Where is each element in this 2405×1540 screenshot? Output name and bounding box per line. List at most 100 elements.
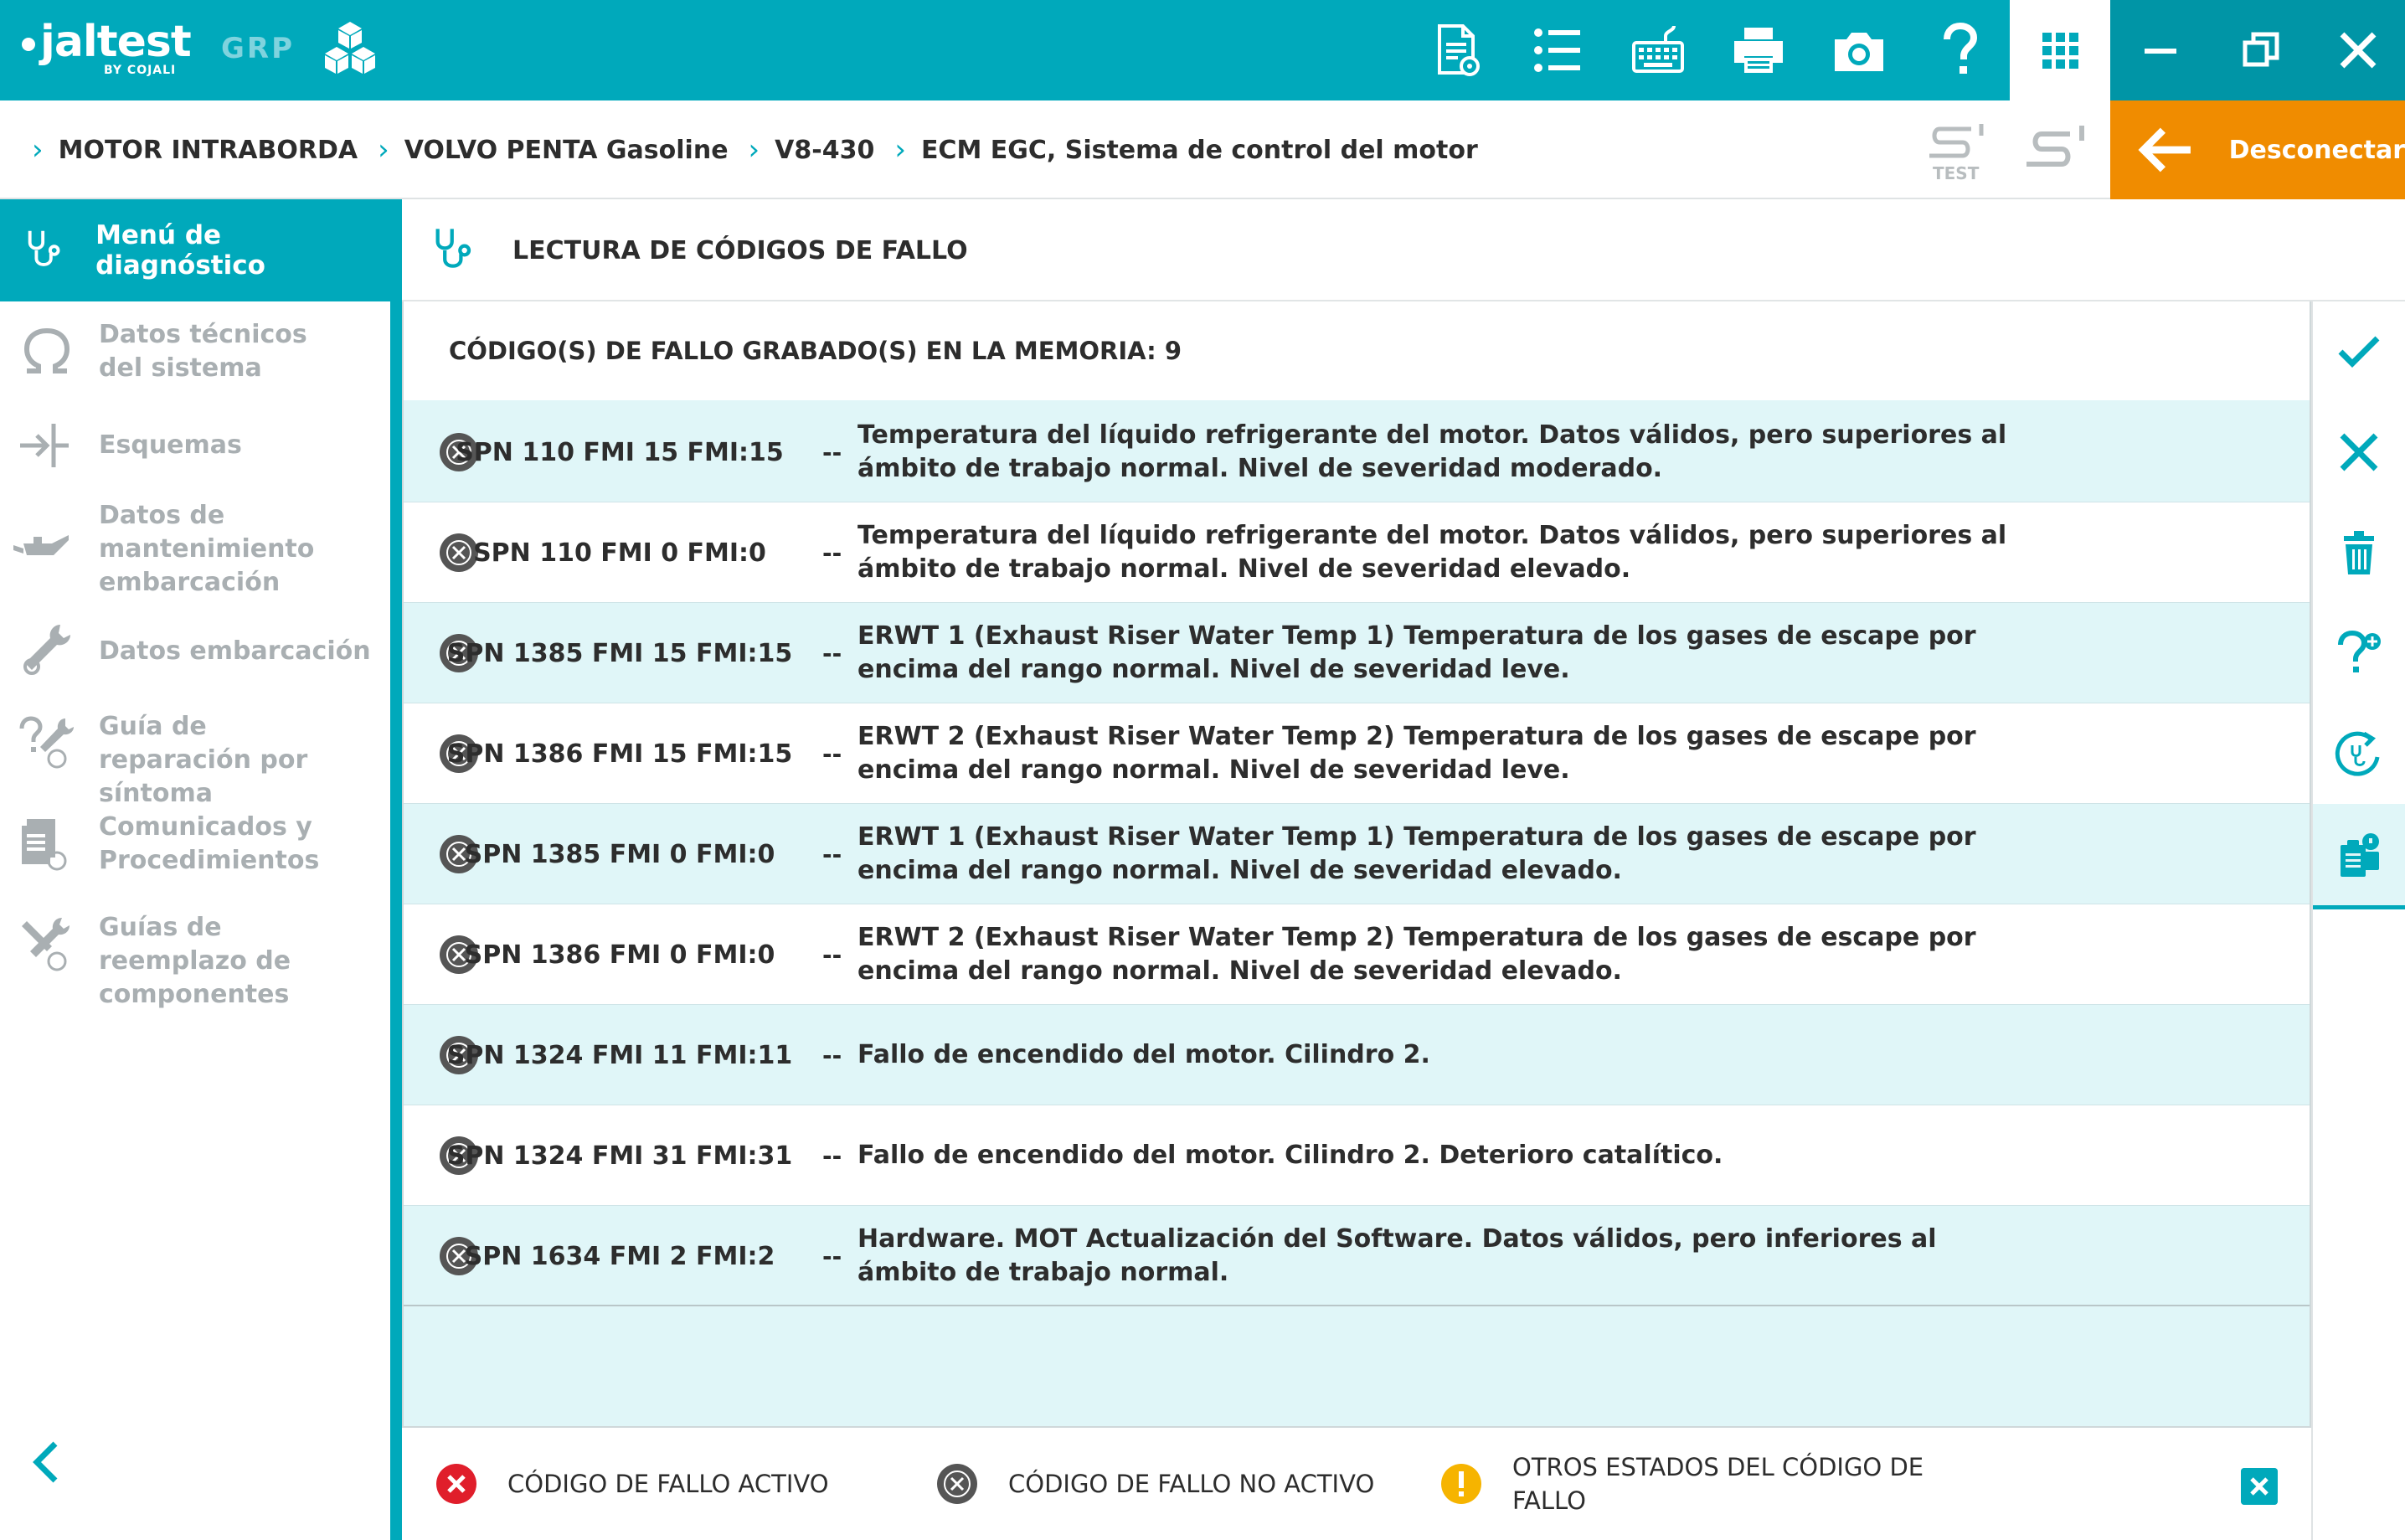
restore-icon[interactable]	[2211, 0, 2311, 100]
breadcrumb-item[interactable]: MOTOR INTRABORDA	[59, 136, 358, 165]
close-icon[interactable]	[2311, 0, 2405, 100]
report-icon[interactable]	[1407, 0, 1507, 100]
list-end-line	[404, 1305, 2310, 1306]
sidebar-item-maintenance-data[interactable]: Datos de mantenimiento embarcación	[0, 487, 390, 610]
separator: --	[822, 438, 842, 466]
top-toolbar: jaltest BY COJALI GRP	[0, 0, 2405, 100]
printer-icon[interactable]	[1708, 0, 1809, 100]
fault-code: SPN 110 FMI 15 FMI:15	[456, 437, 784, 467]
keyboard-icon[interactable]	[1608, 0, 1708, 100]
repair-guide-icon	[19, 716, 74, 769]
sidebar-item-symptom-repair-guide[interactable]: Guía de reparación por síntoma	[0, 693, 390, 808]
refresh-diagnostic-icon	[2335, 731, 2380, 776]
chevron-right-icon: ›	[378, 133, 389, 167]
help-plus-button[interactable]	[2313, 603, 2405, 703]
sidebar-item-communications-procedures[interactable]: Comunicados y Procedimientos	[0, 794, 390, 894]
minimize-icon[interactable]	[2110, 0, 2211, 100]
sidebar: Menú de diagnóstico Datos técnicos del s…	[0, 199, 390, 1540]
fault-code: SPN 1324 FMI 31 FMI:31	[446, 1141, 793, 1171]
tools-icon	[22, 918, 70, 971]
separator: --	[822, 940, 842, 969]
fault-description: ERWT 1 (Exhaust Riser Water Temp 1) Temp…	[857, 621, 1976, 684]
jaltest-logo: jaltest BY COJALI	[22, 15, 206, 85]
separator: --	[822, 739, 842, 768]
collapse-sidebar-icon[interactable]	[30, 1437, 64, 1487]
section-header: LECTURA DE CÓDIGOS DE FALLO	[402, 201, 2405, 301]
delete-codes-button[interactable]	[2313, 502, 2405, 603]
breadcrumb-item[interactable]: VOLVO PENTA Gasoline	[404, 136, 729, 165]
stethoscope-icon	[435, 229, 471, 268]
list-icon[interactable]	[1507, 0, 1608, 100]
table-row[interactable]: SPN 1385 FMI 15 FMI:15 -- ERWT 1 (Exhaust …	[404, 603, 2310, 703]
product-badge: GRP	[221, 32, 296, 65]
cubes-icon[interactable]	[318, 18, 382, 82]
sidebar-item-schematics[interactable]: Esquemas	[0, 404, 390, 487]
fault-code: SPN 1386 FMI 0 FMI:0	[464, 940, 775, 970]
legend: CÓDIGO DE FALLO ACTIVO CÓDIGO DE FALLO N…	[402, 1428, 2311, 1540]
grid-icon[interactable]	[2010, 0, 2110, 100]
cancel-button[interactable]	[2313, 402, 2405, 502]
table-row[interactable]: SPN 1385 FMI 0 FMI:0 -- ERWT 1 (Exhaust Ri…	[404, 804, 2310, 904]
test-mode-icon[interactable]: TEST	[1923, 117, 1998, 184]
separator: --	[822, 1242, 842, 1270]
legend-active: CÓDIGO DE FALLO ACTIVO	[435, 1428, 829, 1540]
refresh-diagnostic-button[interactable]	[2313, 703, 2405, 804]
table-row[interactable]: SPN 1386 FMI 15 FMI:15 -- ERWT 2 (Exhaust …	[404, 703, 2310, 804]
fault-description: ERWT 2 (Exhaust Riser Water Temp 2) Temp…	[857, 722, 1976, 785]
section-title: LECTURA DE CÓDIGOS DE FALLO	[512, 235, 968, 265]
inactive-fault-icon	[937, 1464, 977, 1504]
omega-icon	[23, 327, 70, 373]
table-row[interactable]: SPN 110 FMI 0 FMI:0 -- Temperatura del líq…	[404, 502, 2310, 603]
sidebar-divider	[390, 199, 402, 1540]
chevron-right-icon: ›	[32, 133, 44, 167]
close-legend-icon[interactable]	[2241, 1468, 2278, 1505]
sidebar-item-boat-data[interactable]: Datos embarcación	[0, 610, 390, 693]
svg-text:TEST: TEST	[1933, 163, 1980, 183]
stethoscope-icon	[28, 230, 60, 266]
signal-icon[interactable]	[2018, 117, 2093, 184]
fault-codes-panel: CÓDIGO(S) DE FALLO GRABADO(S) EN LA MEMO…	[402, 301, 2311, 1428]
arrow-left-icon	[2138, 127, 2191, 173]
close-icon	[2340, 433, 2378, 471]
fault-description: Temperatura del líquido refrigerante del…	[857, 420, 2007, 483]
sidebar-item-technical-data[interactable]: Datos técnicos del sistema	[0, 301, 390, 404]
fault-report-button[interactable]	[2313, 804, 2405, 909]
fault-code: SPN 1386 FMI 15 FMI:15	[446, 739, 793, 769]
disconnect-button[interactable]: Desconectar	[2110, 100, 2405, 199]
table-row[interactable]: SPN 1634 FMI 2 FMI:2 -- Hardware. MOT Actu…	[404, 1206, 2310, 1306]
breadcrumb-item[interactable]: ECM EGC, Sistema de control del motor	[921, 136, 1478, 165]
help-icon[interactable]	[1909, 0, 2010, 100]
separator: --	[822, 1041, 842, 1069]
right-toolbar	[2311, 301, 2405, 1540]
legend-not-active: CÓDIGO DE FALLO NO ACTIVO	[936, 1428, 1374, 1540]
fault-description: Fallo de encendido del motor. Cilindro 2…	[857, 1040, 1430, 1069]
sidebar-item-diagnostic-menu[interactable]: Menú de diagnóstico	[0, 199, 390, 301]
warning-icon	[1441, 1464, 1481, 1504]
breadcrumb-bar: › MOTOR INTRABORDA › VOLVO PENTA Gasolin…	[0, 100, 2405, 199]
memory-count-title: CÓDIGO(S) DE FALLO GRABADO(S) EN LA MEMO…	[404, 301, 2310, 400]
schematic-icon	[20, 424, 69, 467]
fault-description: ERWT 2 (Exhaust Riser Water Temp 2) Temp…	[857, 923, 1976, 986]
fault-code: SPN 110 FMI 0 FMI:0	[473, 538, 766, 568]
oil-can-icon	[13, 535, 69, 555]
separator: --	[822, 538, 842, 567]
fault-description: Fallo de encendido del motor. Cilindro 2…	[857, 1141, 1723, 1170]
sidebar-item-component-replacement[interactable]: Guías de reemplazo de componentes	[0, 894, 390, 1009]
fault-code: SPN 1634 FMI 2 FMI:2	[464, 1241, 775, 1271]
separator: --	[822, 639, 842, 667]
documents-icon	[22, 819, 67, 871]
help-plus-icon	[2338, 630, 2381, 672]
separator: --	[822, 840, 842, 868]
chevron-right-icon: ›	[748, 133, 760, 167]
accept-button[interactable]	[2313, 301, 2405, 402]
breadcrumb-item[interactable]: V8-430	[775, 136, 874, 165]
fault-code: SPN 1385 FMI 0 FMI:0	[464, 839, 775, 869]
table-row[interactable]: SPN 1324 FMI 11 FMI:11 -- Fallo de encendi…	[404, 1005, 2310, 1105]
table-row[interactable]: SPN 1386 FMI 0 FMI:0 -- ERWT 2 (Exhaust Ri…	[404, 904, 2310, 1005]
active-fault-icon	[436, 1464, 476, 1504]
table-row[interactable]: SPN 110 FMI 15 FMI:15 -- Temperatura del l…	[404, 402, 2310, 502]
camera-icon[interactable]	[1809, 0, 1909, 100]
table-row[interactable]: SPN 1324 FMI 31 FMI:31 -- Fallo de encendi…	[404, 1105, 2310, 1206]
separator: --	[822, 1141, 842, 1170]
fault-report-icon	[2341, 832, 2379, 877]
